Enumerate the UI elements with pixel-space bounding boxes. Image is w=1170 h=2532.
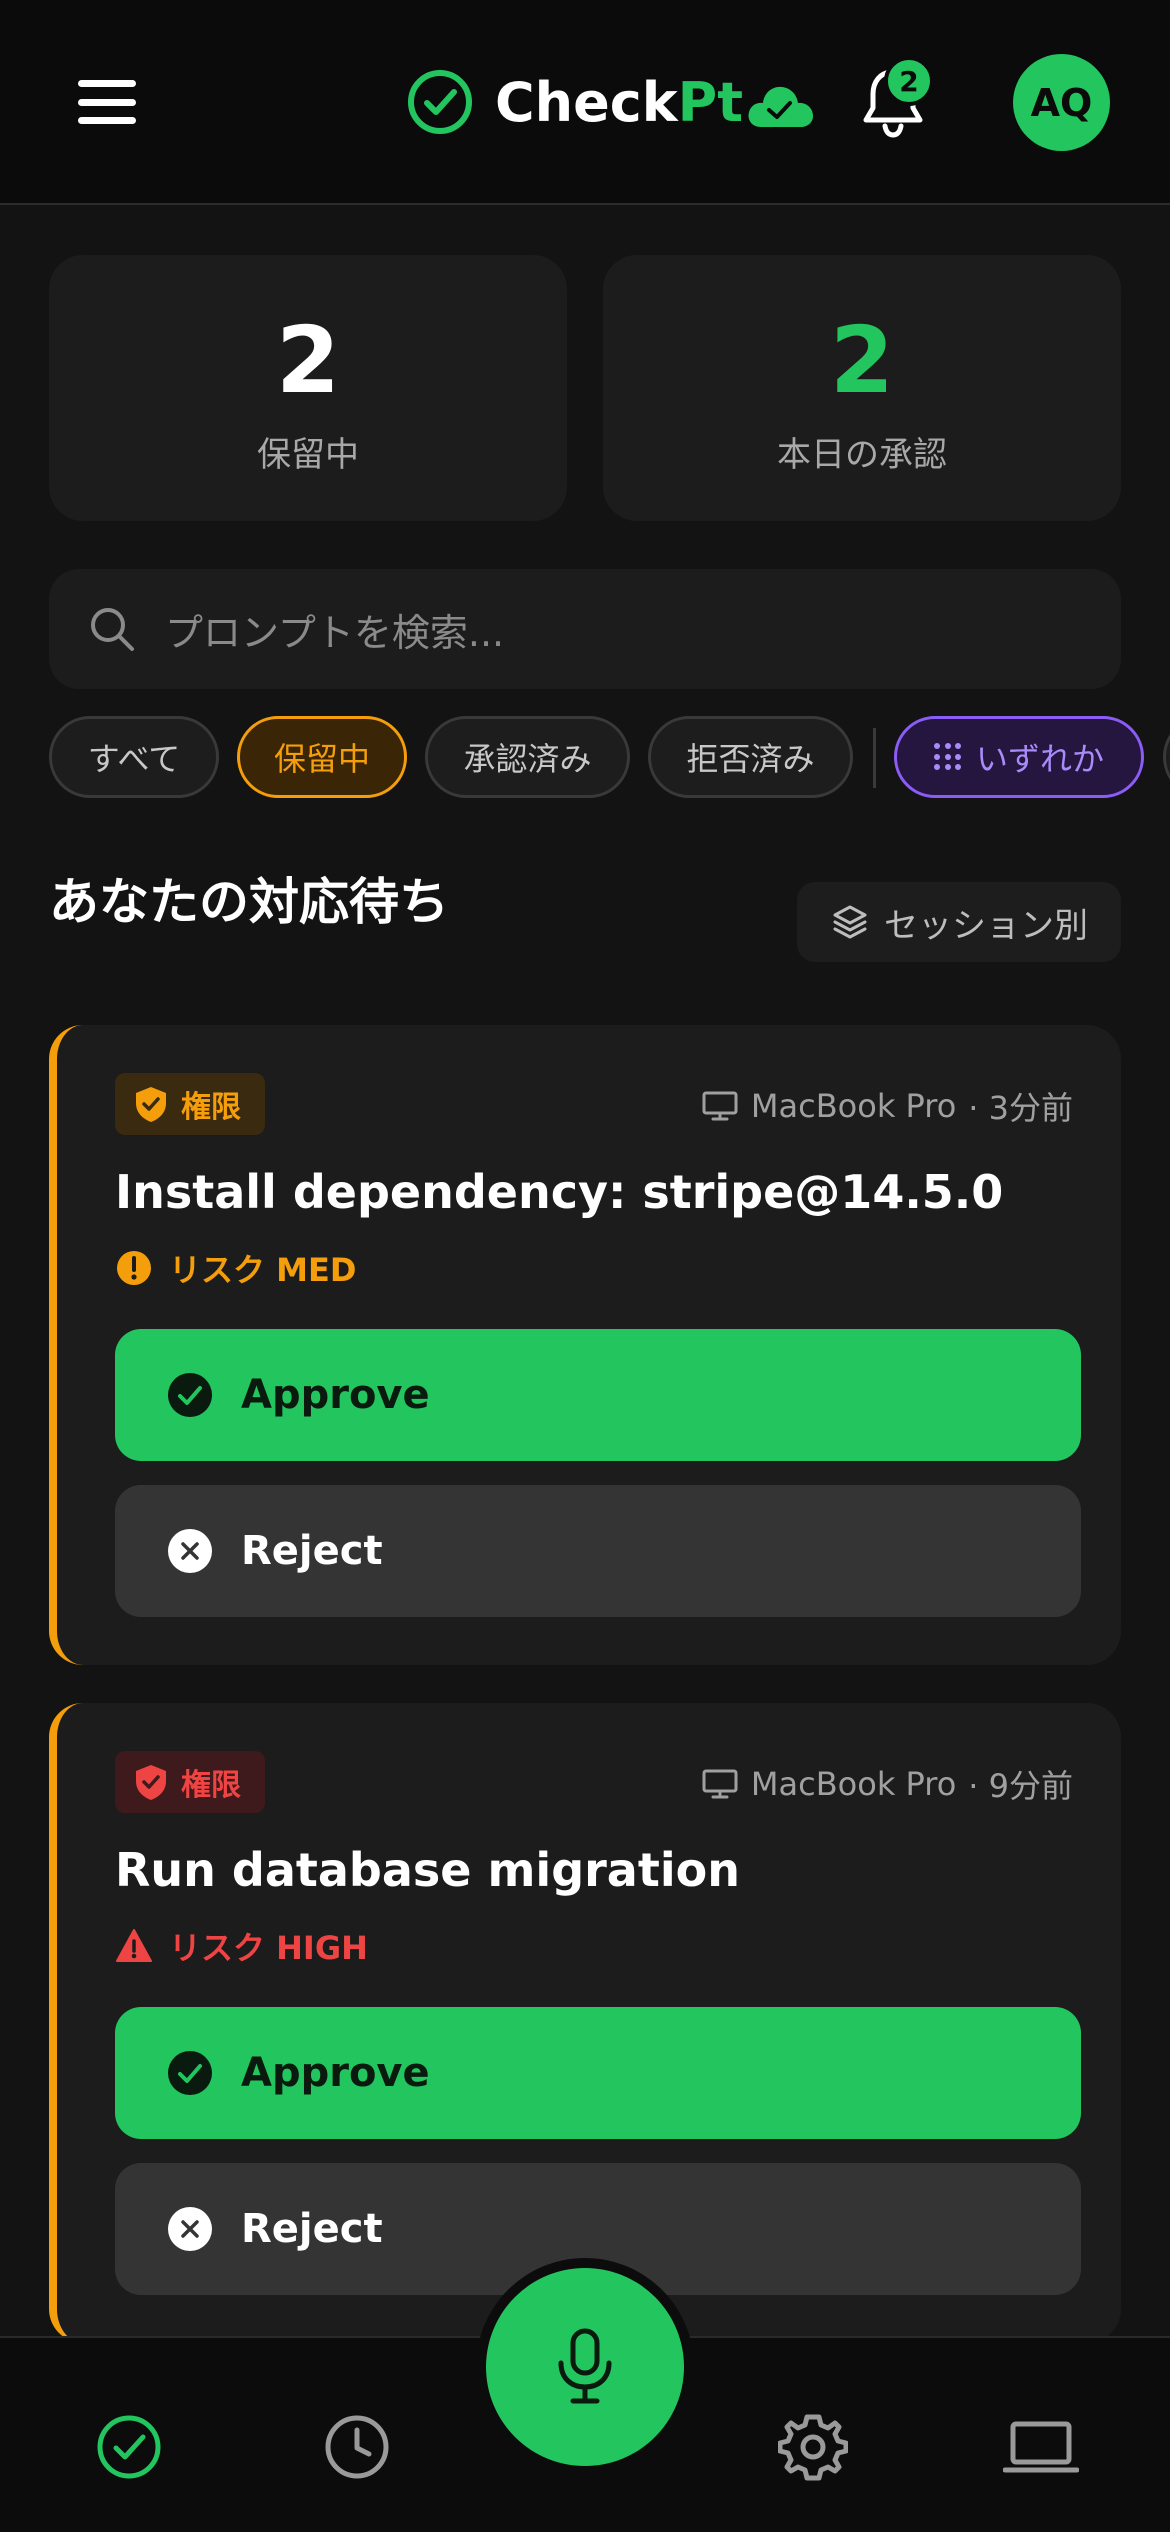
filter-chip-rejected[interactable]: 拒否済み — [648, 716, 853, 798]
risk-indicator: リスク MED — [115, 1245, 356, 1291]
stat-pending-value: 2 — [275, 307, 340, 414]
grid-dots-icon — [933, 743, 962, 771]
group-by-session-button[interactable]: セッション別 — [797, 882, 1121, 962]
app-logo: Check Pt — [405, 64, 815, 140]
layers-icon — [833, 905, 867, 939]
filter-chip-all[interactable]: すべて — [49, 716, 219, 798]
card-meta: MacBook Pro · 3分前 — [701, 1083, 1073, 1129]
monitor-icon — [702, 1091, 738, 1121]
notification-badge: 2 — [884, 56, 934, 106]
card-title: Install dependency: stripe@14.5.0 — [115, 1165, 1004, 1219]
approval-card: 権限 MacBook Pro · 3分前 Install dependency:… — [49, 1025, 1121, 1665]
warning-triangle-icon — [116, 1929, 152, 1962]
approval-card: 権限 MacBook Pro · 9分前 Run database migrat… — [49, 1703, 1121, 2343]
permission-tag: 権限 — [115, 1751, 265, 1813]
check-circle-icon — [168, 2051, 212, 2095]
mic-button[interactable] — [486, 2268, 684, 2466]
laptop-icon[interactable] — [1003, 2412, 1079, 2482]
group-by-session-label: セッション別 — [884, 905, 1088, 946]
search-input[interactable]: プロンプトを検索... — [49, 569, 1121, 689]
risk-indicator: リスク HIGH — [115, 1923, 368, 1969]
filter-chip-approved[interactable]: 承認済み — [425, 716, 630, 798]
stat-approved-label: 本日の承認 — [777, 435, 947, 475]
check-circle-icon — [168, 1373, 212, 1417]
search-icon — [91, 608, 134, 651]
hamburger-menu-icon[interactable] — [78, 80, 136, 124]
logo-text-check: Check — [495, 70, 678, 134]
reject-button[interactable]: Reject — [115, 1485, 1081, 1617]
logo-check-icon — [408, 70, 472, 134]
cloud-check-icon — [748, 86, 814, 127]
search-placeholder: プロンプトを検索... — [165, 610, 505, 655]
stat-approved-value: 2 — [829, 307, 894, 414]
gear-icon[interactable] — [778, 2412, 848, 2482]
time-ago: · 3分前 — [968, 1089, 1073, 1127]
stat-card-approved-today: 2 本日の承認 — [603, 255, 1121, 521]
filter-chip-overflow[interactable] — [1163, 716, 1170, 798]
clock-icon[interactable] — [322, 2412, 392, 2482]
x-circle-icon — [168, 2207, 212, 2251]
card-title: Run database migration — [115, 1843, 740, 1897]
stat-card-pending: 2 保留中 — [49, 255, 567, 521]
filter-chips: すべて 保留中 承認済み 拒否済み いずれか — [49, 716, 1170, 798]
approve-label: Approve — [241, 1372, 430, 1418]
approve-button[interactable]: Approve — [115, 2007, 1081, 2139]
approve-button[interactable]: Approve — [115, 1329, 1081, 1461]
monitor-icon — [702, 1769, 738, 1799]
filter-chip-pending[interactable]: 保留中 — [237, 716, 407, 798]
alert-circle-icon — [117, 1251, 151, 1285]
card-meta: MacBook Pro · 9分前 — [701, 1761, 1073, 1807]
section-title: あなたの対応待ち — [49, 873, 449, 931]
permission-tag-label: 権限 — [181, 1768, 241, 1803]
check-circle-icon[interactable] — [94, 2412, 164, 2482]
microphone-icon — [558, 2328, 612, 2404]
shield-check-icon — [136, 1087, 166, 1122]
approve-label: Approve — [241, 2050, 430, 2096]
reject-label: Reject — [241, 1528, 383, 1574]
device-name: MacBook Pro — [750, 1765, 957, 1803]
risk-label: リスク HIGH — [169, 1929, 368, 1967]
filter-chip-any-label: いずれか — [975, 740, 1104, 778]
avatar[interactable]: AQ — [1013, 54, 1110, 151]
chip-divider — [873, 728, 876, 788]
device-name: MacBook Pro — [750, 1087, 957, 1125]
logo-text-pt: Pt — [677, 70, 744, 134]
x-circle-icon — [168, 1529, 212, 1573]
stat-pending-label: 保留中 — [257, 435, 359, 475]
app-header: Check Pt 2 AQ — [0, 0, 1170, 205]
risk-label: リスク MED — [169, 1251, 357, 1289]
time-ago: · 9分前 — [968, 1767, 1073, 1805]
permission-tag: 権限 — [115, 1073, 265, 1135]
permission-tag-label: 権限 — [181, 1090, 241, 1125]
filter-chip-any[interactable]: いずれか — [894, 716, 1144, 798]
reject-label: Reject — [241, 2206, 383, 2252]
shield-check-icon — [136, 1765, 166, 1800]
